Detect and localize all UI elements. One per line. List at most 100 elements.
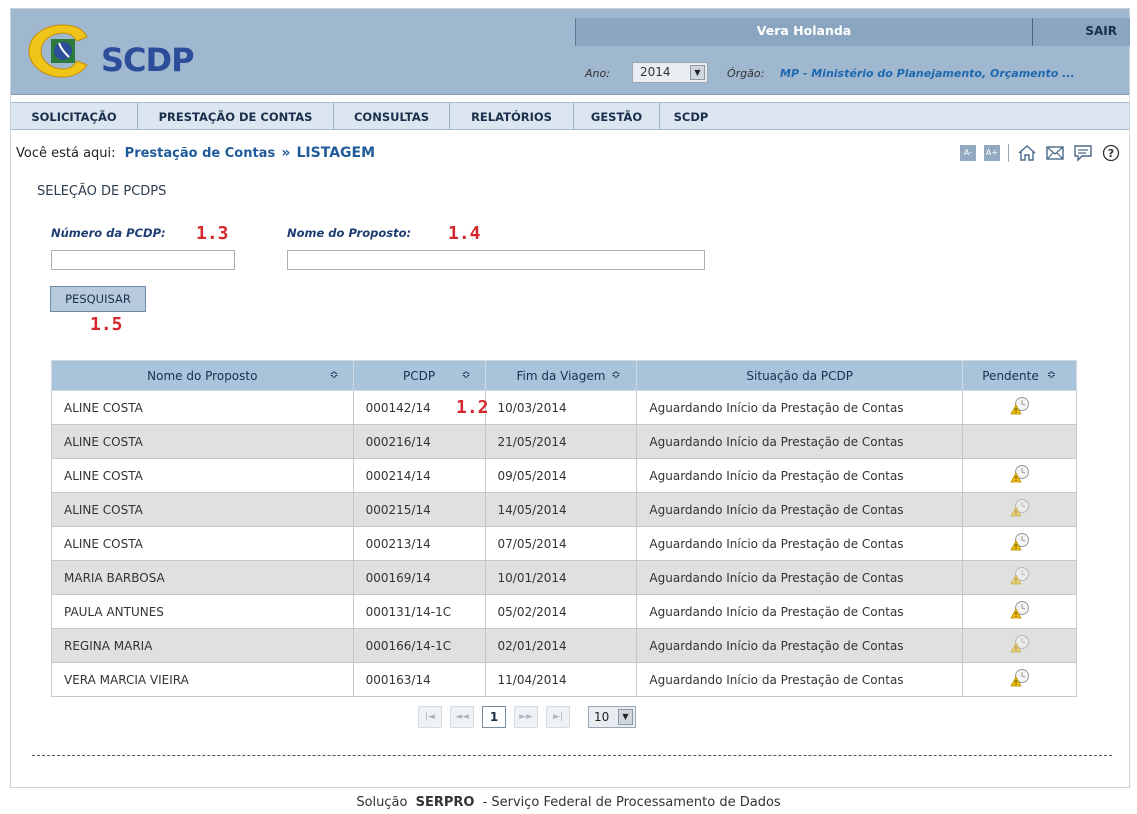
table-row[interactable]: PAULA ANTUNES 000131/14-1C 05/02/2014 Aguar… bbox=[51, 594, 1077, 629]
column-fim-da-viagem[interactable]: Fim da Viagem ≎ bbox=[484, 360, 638, 391]
column-situacao: Situação da PCDP bbox=[636, 360, 964, 391]
toolbar-divider bbox=[1008, 144, 1009, 162]
cell-fim-da-viagem: 07/05/2014 bbox=[484, 526, 638, 561]
first-page-button[interactable]: |◄ bbox=[418, 706, 442, 728]
cell-fim-da-viagem: 14/05/2014 bbox=[484, 492, 638, 527]
header: SCDP Vera Holanda SAIR Ano: 2014 ▼ Órgão… bbox=[11, 9, 1130, 95]
next-page-button[interactable]: ►► bbox=[514, 706, 538, 728]
cell-nome-proposto: VERA MARCIA VIEIRA bbox=[51, 662, 354, 697]
cell-nome-proposto: MARIA BARBOSA bbox=[51, 560, 354, 595]
cell-pendente[interactable] bbox=[962, 492, 1077, 527]
menu-item-relatorios[interactable]: RELATÓRIOS bbox=[450, 103, 574, 130]
table-row[interactable]: MARIA BARBOSA 000169/14 10/01/2014 Aguardan… bbox=[51, 560, 1077, 595]
font-decrease-button[interactable]: A- bbox=[960, 145, 976, 161]
column-label: Fim da Viagem bbox=[516, 368, 606, 383]
cell-nome-proposto: REGINA MARIA bbox=[51, 628, 354, 663]
pesquisar-button[interactable]: PESQUISAR bbox=[50, 286, 146, 312]
sort-icon[interactable]: ≎ bbox=[1047, 368, 1056, 381]
table-row[interactable]: ALINE COSTA 000214/14 09/05/2014 Aguardando… bbox=[51, 458, 1077, 493]
nome-proposto-input[interactable] bbox=[287, 250, 705, 270]
column-nome-proposto[interactable]: Nome do Proposto ≎ bbox=[51, 360, 354, 391]
cell-pendente[interactable] bbox=[962, 662, 1077, 697]
cell-fim-da-viagem: 02/01/2014 bbox=[484, 628, 638, 663]
cell-situacao: Aguardando Início da Prestação de Contas bbox=[636, 662, 964, 697]
orgao-value[interactable]: MP - Ministério do Planejamento, Orçamen… bbox=[780, 67, 1075, 80]
column-label: Nome do Proposto bbox=[147, 368, 258, 383]
menu-item-prestacao-de-contas[interactable]: PRESTAÇÃO DE CONTAS bbox=[138, 103, 334, 130]
pending-warning-icon bbox=[1009, 567, 1029, 585]
user-bar: Vera Holanda SAIR bbox=[575, 18, 1130, 46]
menu-item-solicitacao[interactable]: SOLICITAÇÃO bbox=[11, 103, 138, 130]
sort-icon[interactable]: ≎ bbox=[611, 368, 620, 381]
font-increase-button[interactable]: A+ bbox=[984, 145, 1000, 161]
footer-brand: SERPRO bbox=[415, 795, 475, 810]
sort-icon[interactable]: ≎ bbox=[329, 368, 338, 381]
chat-icon[interactable] bbox=[1073, 144, 1093, 162]
cell-pcdp: 000213/14 bbox=[352, 526, 486, 561]
help-icon[interactable]: ? bbox=[1101, 144, 1121, 162]
pcdp-table: Nome do Proposto ≎ PCDP ≎ Fim da Viagem ≎ S… bbox=[51, 360, 1077, 697]
table-row[interactable]: ALINE COSTA 000216/14 21/05/2014 Aguardando… bbox=[51, 424, 1077, 459]
pending-warning-icon bbox=[1009, 533, 1029, 551]
last-page-button[interactable]: ►| bbox=[546, 706, 570, 728]
cell-pendente[interactable] bbox=[962, 560, 1077, 595]
pagination: |◄ ◄◄ 1 ►► ►| 10 ▼ bbox=[418, 706, 636, 728]
cell-pcdp: 000214/14 bbox=[352, 458, 486, 493]
column-pcdp[interactable]: PCDP ≎ bbox=[352, 360, 486, 391]
ano-select[interactable]: 2014 ▼ bbox=[632, 62, 708, 83]
cell-nome-proposto: ALINE COSTA bbox=[51, 458, 354, 493]
breadcrumb-current: LISTAGEM bbox=[296, 145, 376, 161]
table-row[interactable]: ALINE COSTA 000142/14 10/03/2014 Aguardando… bbox=[51, 390, 1077, 425]
table-header-row: Nome do Proposto ≎ PCDP ≎ Fim da Viagem ≎ S… bbox=[51, 360, 1077, 391]
cell-situacao: Aguardando Início da Prestação de Contas bbox=[636, 560, 964, 595]
numero-pcdp-input[interactable] bbox=[51, 250, 235, 270]
cell-fim-da-viagem: 05/02/2014 bbox=[484, 594, 638, 629]
cell-situacao: Aguardando Início da Prestação de Contas bbox=[636, 594, 964, 629]
column-label: Pendente bbox=[982, 368, 1039, 383]
user-name: Vera Holanda bbox=[756, 23, 852, 38]
cell-fim-da-viagem: 09/05/2014 bbox=[484, 458, 638, 493]
ano-label: Ano: bbox=[585, 67, 610, 80]
previous-page-button[interactable]: ◄◄ bbox=[450, 706, 474, 728]
logout-button[interactable]: SAIR bbox=[1033, 18, 1131, 46]
table-row[interactable]: ALINE COSTA 000215/14 14/05/2014 Aguardando… bbox=[51, 492, 1077, 527]
cell-pendente[interactable] bbox=[962, 628, 1077, 663]
cell-pcdp: 000216/14 bbox=[352, 424, 486, 459]
breadcrumb-link[interactable]: Prestação de Contas bbox=[125, 146, 276, 161]
menu-item-gestao[interactable]: GESTÃO bbox=[574, 103, 660, 130]
cell-nome-proposto: ALINE COSTA bbox=[51, 390, 354, 425]
cell-pcdp: 000163/14 bbox=[352, 662, 486, 697]
mail-icon[interactable] bbox=[1045, 144, 1065, 162]
footer-suffix: - Serviço Federal de Processamento de Da… bbox=[482, 795, 781, 810]
table-row[interactable]: ALINE COSTA 000213/14 07/05/2014 Aguardando… bbox=[51, 526, 1077, 561]
current-page-button[interactable]: 1 bbox=[482, 706, 506, 728]
cell-pendente[interactable] bbox=[962, 526, 1077, 561]
table-row[interactable]: VERA MARCIA VIEIRA 000163/14 11/04/2014 Agu… bbox=[51, 662, 1077, 697]
footer-prefix: Solução bbox=[356, 795, 408, 810]
cell-fim-da-viagem: 21/05/2014 bbox=[484, 424, 638, 459]
nome-proposto-label: Nome do Proposto: bbox=[287, 226, 412, 240]
pending-warning-icon bbox=[1009, 635, 1029, 653]
sort-icon[interactable]: ≎ bbox=[461, 368, 470, 381]
cell-pendente[interactable] bbox=[962, 458, 1077, 493]
page-size-select[interactable]: 10 ▼ bbox=[588, 706, 636, 728]
annotation-1-2: 1.2 bbox=[456, 397, 489, 418]
column-pendente[interactable]: Pendente ≎ bbox=[962, 360, 1077, 391]
menu-item-scdp[interactable]: SCDP bbox=[660, 103, 722, 130]
cell-pendente[interactable] bbox=[962, 594, 1077, 629]
breadcrumb: Você está aqui: Prestação de Contas » LI… bbox=[16, 145, 375, 161]
table-row[interactable]: REGINA MARIA 000166/14-1C 02/01/2014 Aguard… bbox=[51, 628, 1077, 663]
chevron-down-icon[interactable]: ▼ bbox=[690, 65, 705, 80]
chevron-down-icon[interactable]: ▼ bbox=[618, 709, 633, 725]
annotation-1-5: 1.5 bbox=[90, 314, 123, 335]
menu-item-consultas[interactable]: CONSULTAS bbox=[334, 103, 450, 130]
cell-pcdp: 000131/14-1C bbox=[352, 594, 486, 629]
cell-situacao: Aguardando Início da Prestação de Contas bbox=[636, 458, 964, 493]
cell-fim-da-viagem: 10/03/2014 bbox=[484, 390, 638, 425]
cell-pendente[interactable] bbox=[962, 390, 1077, 425]
page-size-value: 10 bbox=[594, 710, 610, 724]
svg-text:?: ? bbox=[1108, 147, 1114, 160]
annotation-1-3: 1.3 bbox=[196, 223, 229, 244]
column-label: PCDP bbox=[403, 368, 436, 383]
home-icon[interactable] bbox=[1017, 144, 1037, 162]
